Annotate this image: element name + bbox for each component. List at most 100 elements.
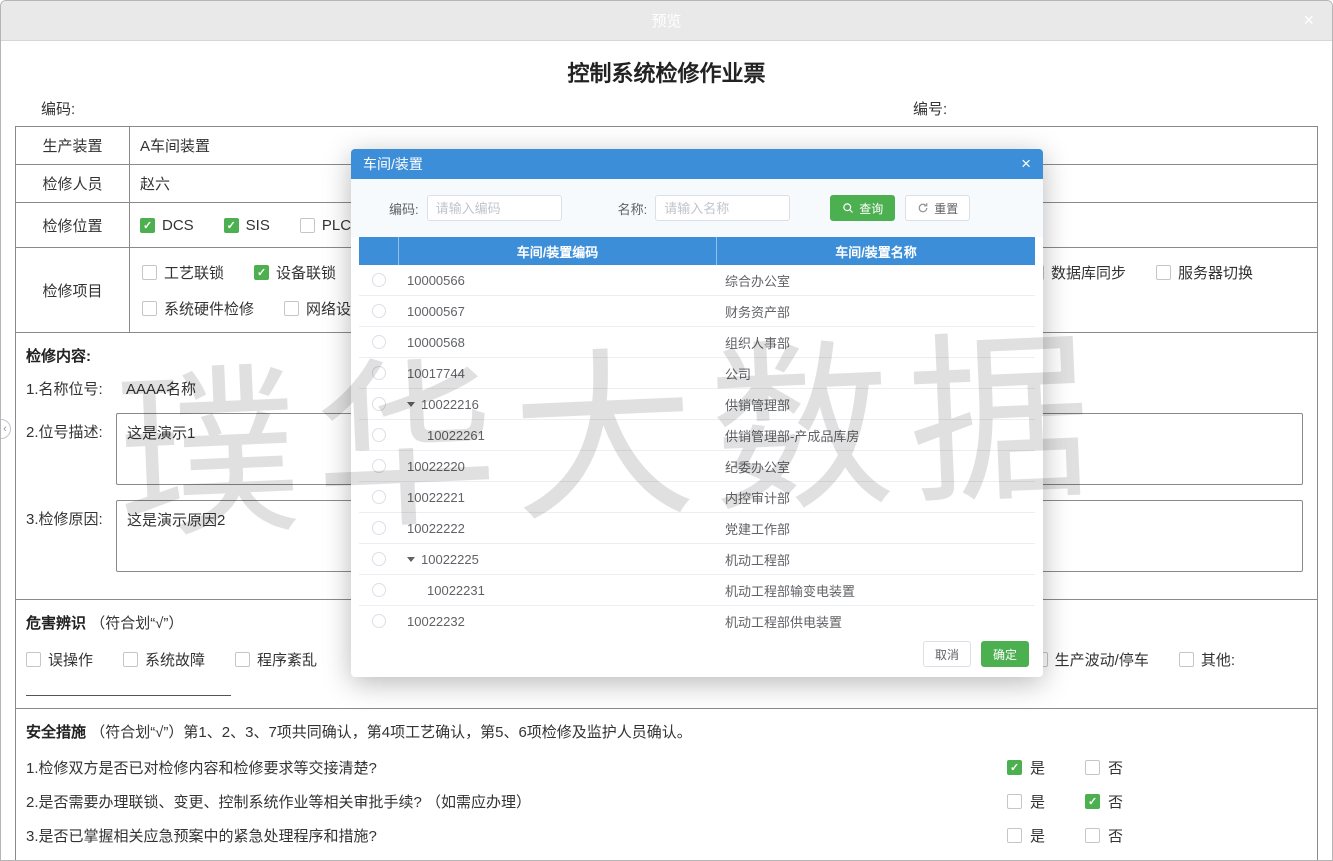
table-row[interactable]: 10000566 综合办公室 <box>359 265 1035 296</box>
radio-button[interactable] <box>372 490 386 504</box>
yes-label: 是 <box>1030 791 1045 812</box>
checkbox-icon <box>1085 794 1100 809</box>
radio-button[interactable] <box>372 459 386 473</box>
preview-window: 预览 × 控制系统检修作业票 编码: 编号: 生产装置 A车间装置 检修人员 赵… <box>0 0 1333 861</box>
checkbox-label: 数据库同步 <box>1051 262 1126 283</box>
checkbox-icon <box>140 218 155 233</box>
table-row[interactable]: 10022221 内控审计部 <box>359 482 1035 513</box>
row-name: 供销管理部 <box>717 395 1035 414</box>
row-name: 综合办公室 <box>717 271 1035 290</box>
radio-button[interactable] <box>372 273 386 287</box>
radio-button[interactable] <box>372 335 386 349</box>
radio-button[interactable] <box>372 552 386 566</box>
table-body[interactable]: 10000566 综合办公室 10000567 财务资产部 10000568 组… <box>359 265 1035 631</box>
search-name-input[interactable] <box>655 195 790 221</box>
checkbox-misoperation[interactable]: 误操作 <box>26 649 93 670</box>
no-label: 否 <box>1108 825 1123 846</box>
checkbox-label: 其他: <box>1201 649 1235 670</box>
workshop-device-modal: 车间/装置 × 编码: 名称: 查询 重置 车间/装置编码 车间/装置名称 <box>351 149 1043 677</box>
question-text: 1.检修双方是否已对检修内容和检修要求等交接清楚? <box>26 757 1007 778</box>
table-row[interactable]: 10022232 机动工程部供电装置 <box>359 606 1035 631</box>
modal-footer: 取消 确定 <box>351 631 1043 677</box>
radio-button[interactable] <box>372 521 386 535</box>
row-name: 纪委办公室 <box>717 457 1035 476</box>
checkbox-dcs[interactable]: DCS <box>140 217 194 234</box>
checkbox-system-hardware[interactable]: 系统硬件检修 <box>142 298 254 319</box>
query-button[interactable]: 查询 <box>830 195 895 221</box>
radio-button[interactable] <box>372 428 386 442</box>
radio-button[interactable] <box>372 397 386 411</box>
radio-button[interactable] <box>372 614 386 628</box>
radio-button[interactable] <box>372 304 386 318</box>
checkbox-q1-yes[interactable]: 是 <box>1007 757 1085 778</box>
cancel-button[interactable]: 取消 <box>923 641 971 667</box>
reset-button[interactable]: 重置 <box>905 195 970 221</box>
checkbox-process-interlock[interactable]: 工艺联锁 <box>142 262 224 283</box>
checkbox-other[interactable]: 其他: <box>1179 649 1235 670</box>
row-code: 10022221 <box>407 490 465 505</box>
table-row[interactable]: 10022220 纪委办公室 <box>359 451 1035 482</box>
query-button-label: 查询 <box>859 200 883 217</box>
checkbox-equipment-interlock[interactable]: 设备联锁 <box>254 262 336 283</box>
row-code: 10000566 <box>407 273 465 288</box>
checkbox-label: SIS <box>246 217 270 234</box>
table-row[interactable]: 10022231 机动工程部输变电装置 <box>359 575 1035 606</box>
yes-label: 是 <box>1030 757 1045 778</box>
table-row[interactable]: 10022222 党建工作部 <box>359 513 1035 544</box>
preview-header: 预览 × <box>1 1 1332 41</box>
modal-close-icon[interactable]: × <box>1021 154 1031 174</box>
row-name: 供销管理部-产成品库房 <box>717 426 1035 445</box>
table-row[interactable]: 10022225 机动工程部 <box>359 544 1035 575</box>
radio-button[interactable] <box>372 366 386 380</box>
checkbox-label: 误操作 <box>48 649 93 670</box>
checkbox-label: 程序紊乱 <box>257 649 317 670</box>
checkbox-label: 系统故障 <box>145 649 205 670</box>
modal-header: 车间/装置 × <box>351 149 1043 179</box>
confirm-button[interactable]: 确定 <box>981 641 1029 667</box>
checkbox-system-fault[interactable]: 系统故障 <box>123 649 205 670</box>
search-code-label: 编码: <box>389 199 419 218</box>
name-column-header: 车间/装置名称 <box>717 237 1035 265</box>
table-row[interactable]: 10022261 供销管理部-产成品库房 <box>359 420 1035 451</box>
question-text: 3.是否已掌握相关应急预案中的紧急处理程序和措施? <box>26 825 1007 846</box>
table-row[interactable]: 10022216 供销管理部 <box>359 389 1035 420</box>
table-row[interactable]: 10000567 财务资产部 <box>359 296 1035 327</box>
checkbox-icon <box>235 652 250 667</box>
safety-question-row: 3.是否已掌握相关应急预案中的紧急处理程序和措施? 是 否 <box>26 818 1305 852</box>
checkbox-q3-no[interactable]: 否 <box>1085 825 1163 846</box>
checkbox-q2-no[interactable]: 否 <box>1085 791 1163 812</box>
search-code-input[interactable] <box>427 195 562 221</box>
code-row: 编码: 编号: <box>15 98 1318 126</box>
checkbox-label: 服务器切换 <box>1178 262 1253 283</box>
safety-question-row: 1.检修双方是否已对检修内容和检修要求等交接清楚? 是 否 <box>26 750 1305 784</box>
safety-question-row: 2.是否需要办理联锁、变更、控制系统作业等相关审批手续? （如需应办理） 是 否 <box>26 784 1305 818</box>
safety-hint: （符合划“√”）第1、2、3、7项共同确认，第4项工艺确认，第5、6项检修及监护… <box>90 724 692 741</box>
location-label: 检修位置 <box>16 203 130 247</box>
checkbox-icon <box>224 218 239 233</box>
checkbox-sis[interactable]: SIS <box>224 217 270 234</box>
checkbox-server-switch[interactable]: 服务器切换 <box>1156 262 1253 283</box>
checkbox-q3-yes[interactable]: 是 <box>1007 825 1085 846</box>
checkbox-q2-yes[interactable]: 是 <box>1007 791 1085 812</box>
tag-name-value: AAAA名称 <box>126 378 196 399</box>
checkbox-program-disorder[interactable]: 程序紊乱 <box>235 649 317 670</box>
row-name: 机动工程部 <box>717 550 1035 569</box>
expand-arrow-icon[interactable] <box>407 557 415 562</box>
checkbox-plc[interactable]: PLC <box>300 217 351 234</box>
radio-button[interactable] <box>372 583 386 597</box>
checkbox-icon <box>1007 760 1022 775</box>
number-label: 编号: <box>913 98 947 119</box>
checkbox-q1-no[interactable]: 否 <box>1085 757 1163 778</box>
safety-section: 安全措施 （符合划“√”）第1、2、3、7项共同确认，第4项工艺确认，第5、6项… <box>16 709 1317 861</box>
no-label: 否 <box>1108 791 1123 812</box>
checkbox-db-sync[interactable]: 数据库同步 <box>1029 262 1126 283</box>
checkbox-label: DCS <box>162 217 194 234</box>
expand-arrow-icon[interactable] <box>407 402 415 407</box>
checkbox-production-fluctuation[interactable]: 生产波动/停车 <box>1033 649 1149 670</box>
safety-heading-row: 安全措施 （符合划“√”）第1、2、3、7项共同确认，第4项工艺确认，第5、6项… <box>26 721 1305 742</box>
close-icon[interactable]: × <box>1303 10 1314 31</box>
hazard-hint: （符合划“√”） <box>90 615 183 632</box>
table-row[interactable]: 10017744 公司 <box>359 358 1035 389</box>
row-code: 10000568 <box>407 335 465 350</box>
table-row[interactable]: 10000568 组织人事部 <box>359 327 1035 358</box>
